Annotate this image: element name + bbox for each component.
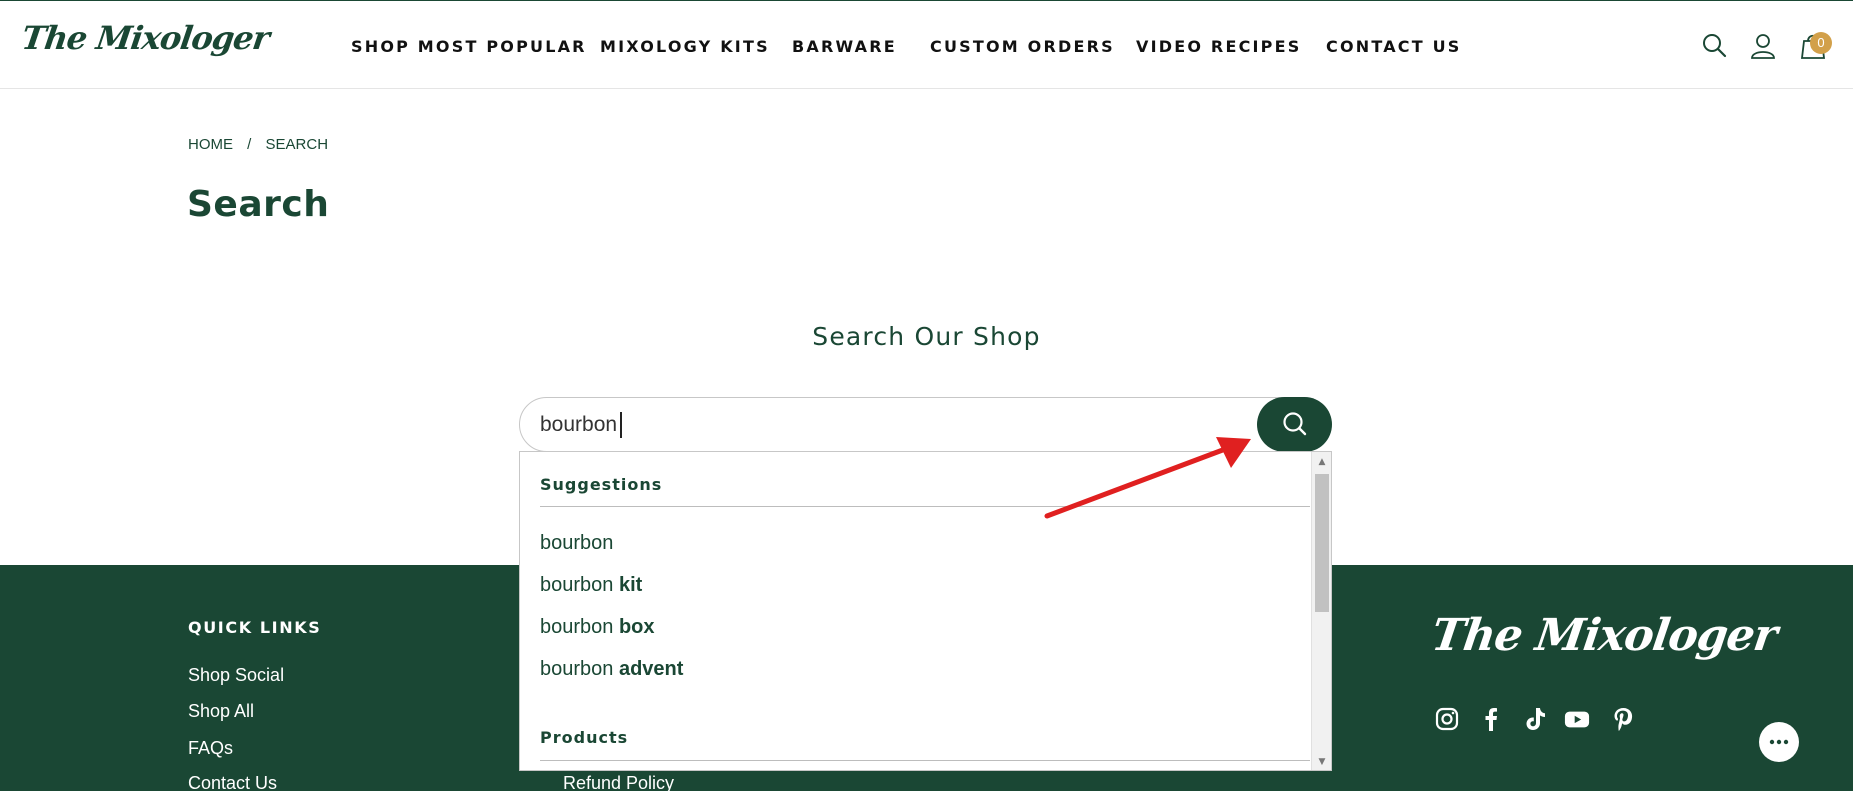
suggestion-item[interactable]: bourbon (540, 532, 613, 555)
search-submit-button[interactable] (1257, 397, 1332, 452)
footer-link-shop-all[interactable]: Shop All (188, 701, 254, 722)
search-icon (1283, 412, 1307, 436)
footer-link-faqs[interactable]: FAQs (188, 738, 233, 759)
nav-mixology-kits[interactable]: MIXOLOGY KITS (600, 37, 770, 56)
suggestions-label: Suggestions (540, 475, 663, 494)
scroll-up-arrow[interactable]: ▲ (1316, 456, 1328, 468)
youtube-icon[interactable] (1564, 706, 1590, 732)
text-caret (620, 412, 622, 438)
site-logo[interactable]: The Mixologer (19, 19, 271, 57)
nav-shop-most-popular[interactable]: SHOP MOST POPULAR (351, 37, 587, 56)
cart-count-badge: 0 (1810, 32, 1832, 54)
products-label: Products (540, 728, 629, 747)
pinterest-icon[interactable] (1610, 706, 1636, 732)
dropdown-scrollbar[interactable]: ▲ ▼ (1311, 452, 1331, 770)
page-title: Search (187, 184, 330, 225)
suggestions-divider (540, 506, 1310, 507)
quick-links-heading: QUICK LINKS (188, 618, 322, 637)
search-suggestions-dropdown: Suggestions bourbon bourbon kit bourbon … (519, 451, 1332, 771)
footer-logo: The Mixologer (1428, 610, 1780, 661)
search-icon[interactable] (1700, 31, 1728, 59)
search-heading: Search Our Shop (812, 322, 1041, 351)
site-header: The Mixologer SHOP MOST POPULAR MIXOLOGY… (0, 0, 1853, 89)
facebook-icon[interactable] (1478, 706, 1504, 732)
scroll-down-arrow[interactable]: ▼ (1316, 756, 1328, 768)
scroll-thumb[interactable] (1315, 474, 1329, 612)
breadcrumb-current: SEARCH (265, 136, 329, 153)
suggestion-item[interactable]: bourbon advent (540, 658, 683, 681)
nav-video-recipes[interactable]: VIDEO RECIPES (1136, 37, 1301, 56)
suggestion-item[interactable]: bourbon kit (540, 574, 642, 597)
account-icon[interactable] (1749, 31, 1777, 59)
suggestion-item[interactable]: bourbon box (540, 616, 655, 639)
breadcrumb-home[interactable]: HOME (188, 136, 233, 153)
nav-custom-orders[interactable]: CUSTOM ORDERS (930, 37, 1115, 56)
chat-button[interactable] (1759, 722, 1799, 762)
footer-link-shop-social[interactable]: Shop Social (188, 665, 284, 686)
chat-dots-icon (1769, 739, 1789, 745)
breadcrumb-separator: / (247, 136, 252, 153)
nav-barware[interactable]: BARWARE (792, 37, 897, 56)
instagram-icon[interactable] (1434, 706, 1460, 732)
footer-link-refund-policy[interactable]: Refund Policy (563, 773, 674, 791)
breadcrumb: HOME / SEARCH (188, 136, 338, 153)
footer-link-contact-us[interactable]: Contact Us (188, 773, 277, 791)
nav-contact-us[interactable]: CONTACT US (1326, 37, 1462, 56)
search-input[interactable] (540, 406, 1240, 444)
tiktok-icon[interactable] (1522, 706, 1548, 732)
products-divider (540, 760, 1310, 761)
search-field-wrapper (519, 397, 1331, 452)
